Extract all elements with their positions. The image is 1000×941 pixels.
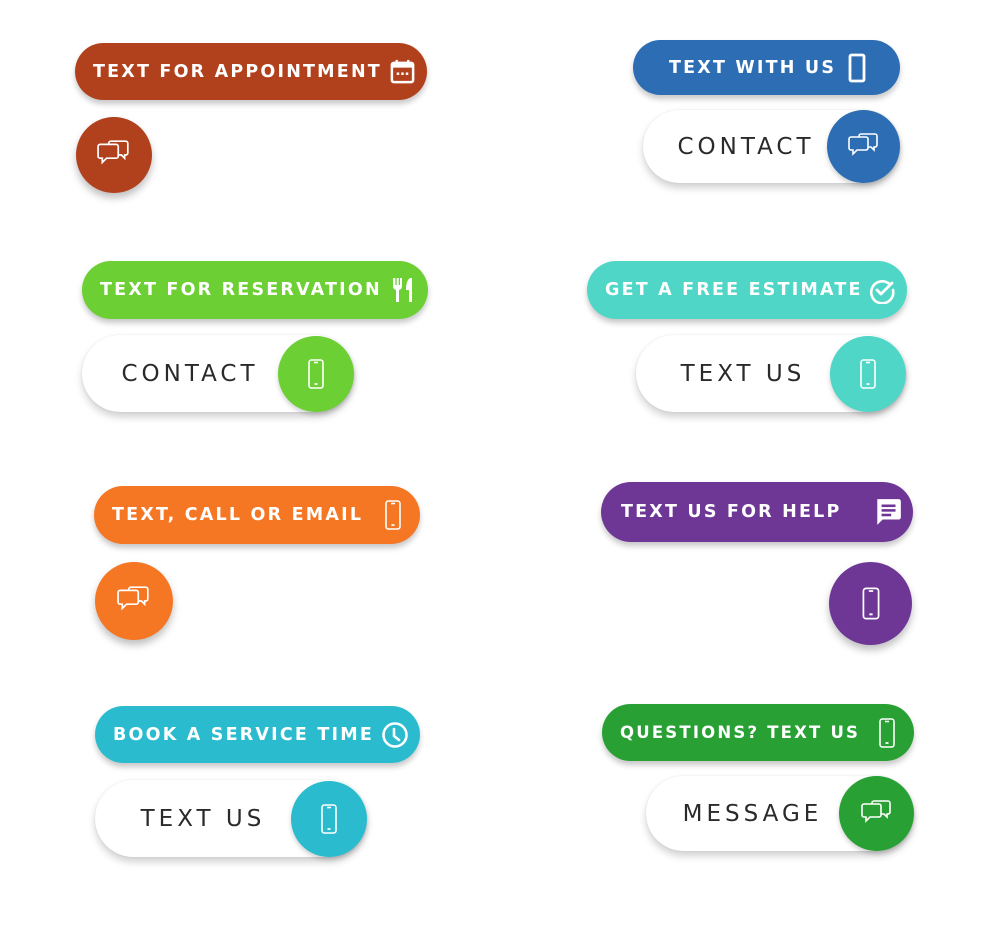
button-label: CONTACT	[677, 133, 815, 160]
message-icon-circle	[839, 776, 914, 851]
contact-icon-circle	[827, 110, 900, 183]
message-icon	[873, 497, 903, 527]
button-label: GET A FREE ESTIMATE	[605, 280, 863, 300]
book-a-service-time-button[interactable]: BOOK A SERVICE TIME	[95, 706, 420, 763]
phone-fab-button[interactable]	[829, 562, 912, 645]
fork-knife-icon	[388, 275, 418, 305]
smartphone-icon	[872, 718, 902, 748]
text-us-for-help-button[interactable]: TEXT US FOR HELP	[601, 482, 913, 542]
chat-bubbles-icon	[97, 138, 131, 172]
text-with-us-button[interactable]: TEXT WITH US	[633, 40, 900, 95]
button-label: TEXT FOR RESERVATION	[100, 280, 382, 300]
button-label: TEXT WITH US	[669, 57, 837, 78]
button-label: BOOK A SERVICE TIME	[113, 724, 374, 745]
chat-bubbles-icon	[117, 584, 151, 618]
button-label: TEXT US FOR HELP	[621, 502, 842, 522]
button-label: TEXT FOR APPOINTMENT	[93, 61, 382, 82]
check-circle-icon	[867, 275, 897, 305]
button-label: CONTACT	[121, 360, 259, 387]
message-button[interactable]: MESSAGE	[646, 776, 914, 851]
contact-button[interactable]: CONTACT	[82, 335, 354, 412]
questions-text-us-button[interactable]: QUESTIONS? TEXT US	[602, 704, 914, 761]
text-for-reservation-button[interactable]: TEXT FOR RESERVATION	[82, 261, 428, 319]
button-label: TEXT, CALL OR EMAIL	[112, 505, 364, 525]
contact-icon-circle	[278, 335, 354, 412]
smartphone-icon	[858, 586, 884, 621]
chat-fab-button[interactable]	[95, 562, 173, 640]
smartphone-icon	[317, 803, 341, 835]
button-label: QUESTIONS? TEXT US	[620, 723, 861, 742]
get-a-free-estimate-button[interactable]: GET A FREE ESTIMATE	[587, 261, 907, 319]
text-us-button[interactable]: TEXT US	[95, 780, 367, 857]
text-for-appointment-button[interactable]: TEXT FOR APPOINTMENT	[75, 43, 427, 100]
text-us-icon-circle	[830, 335, 906, 412]
smartphone-icon	[378, 500, 408, 530]
button-label: TEXT US	[680, 360, 806, 387]
smartphone-icon	[304, 358, 328, 390]
clock-icon	[380, 720, 410, 750]
chat-bubbles-icon	[848, 131, 880, 163]
smartphone-icon	[856, 358, 880, 390]
chat-bubbles-icon	[861, 798, 893, 830]
text-us-icon-circle	[291, 780, 367, 857]
button-label: MESSAGE	[682, 800, 823, 827]
calendar-icon	[387, 57, 417, 87]
chat-fab-button[interactable]	[76, 117, 152, 193]
contact-button[interactable]: CONTACT	[643, 110, 900, 183]
text-us-button[interactable]: TEXT US	[636, 335, 906, 412]
text-call-or-email-button[interactable]: TEXT, CALL OR EMAIL	[94, 486, 420, 544]
button-label: TEXT US	[140, 805, 266, 832]
phone-icon	[842, 53, 872, 83]
